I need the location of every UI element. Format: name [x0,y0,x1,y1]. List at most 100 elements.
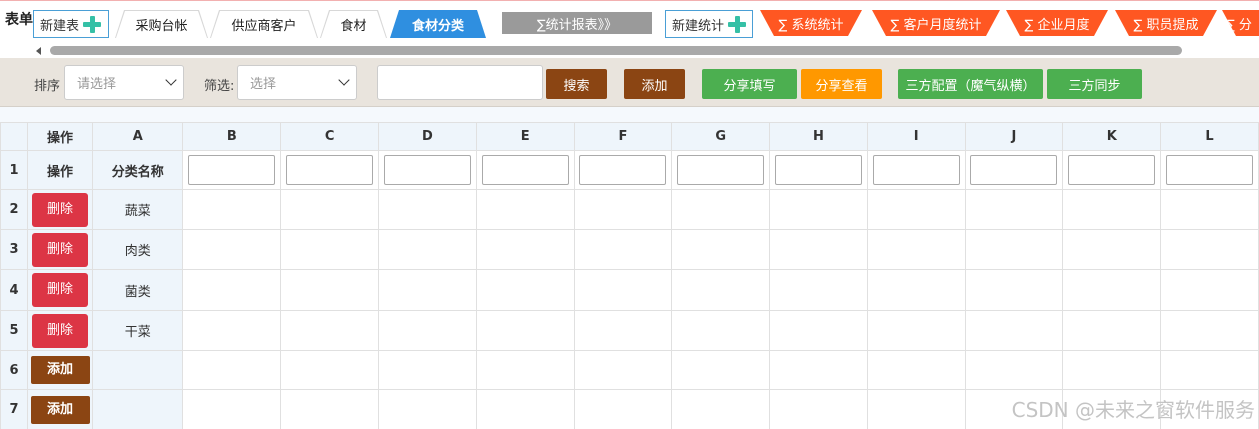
tab-scrollbar[interactable] [36,46,1259,55]
tab-more[interactable]: ∑ 分 [1222,10,1259,36]
data-cell[interactable] [1062,350,1162,390]
data-cell[interactable] [377,189,477,230]
data-cell[interactable] [866,350,966,390]
data-cell[interactable] [1160,350,1259,390]
data-cell[interactable] [280,229,379,270]
tab-ingredient-category[interactable]: 食材分类 [390,10,486,38]
data-cell[interactable] [573,389,673,429]
data-cell[interactable] [964,310,1064,351]
data-cell[interactable] [1062,189,1162,230]
field-name-input-i[interactable] [872,155,960,185]
field-name-input-j[interactable] [970,155,1058,185]
data-cell[interactable] [280,189,379,230]
data-cell[interactable] [182,310,282,351]
data-cell[interactable] [866,189,966,230]
add-row-button[interactable]: 添加 [30,395,90,424]
stats-report-button[interactable]: ∑统计报表》》 [502,12,652,34]
tab-system-stats[interactable]: ∑ 系统统计 [760,10,862,36]
data-cell[interactable] [182,189,282,230]
delete-button[interactable]: 删除 [32,192,89,227]
data-cell[interactable] [182,269,282,311]
field-name-input-d[interactable] [383,155,471,185]
data-cell[interactable] [182,389,282,429]
data-cell[interactable] [182,229,282,270]
data-cell[interactable] [377,310,477,351]
data-cell[interactable] [866,389,966,429]
third-party-sync-button[interactable]: 三方同步 [1047,69,1142,99]
delete-button[interactable]: 删除 [32,232,89,267]
data-cell[interactable] [769,189,868,230]
data-cell[interactable] [377,389,477,429]
data-cell[interactable] [475,269,575,311]
data-cell[interactable] [671,229,771,270]
field-name-input-k[interactable] [1068,155,1156,185]
data-cell[interactable] [377,269,477,311]
category-name-cell[interactable]: 肉类 [91,229,184,270]
data-cell[interactable] [1062,229,1162,270]
data-cell[interactable] [573,310,673,351]
data-cell[interactable] [377,229,477,270]
data-cell[interactable] [280,310,379,351]
data-cell[interactable] [769,229,868,270]
tab-enterprise-monthly[interactable]: ∑ 企业月度 [1006,10,1108,36]
tab-customer-monthly-stats[interactable]: ∑ 客户月度统计 [872,10,1000,36]
data-cell[interactable] [280,269,379,311]
data-cell[interactable] [964,350,1064,390]
data-cell[interactable] [866,310,966,351]
category-name-cell[interactable] [91,350,184,390]
new-stat-button[interactable]: 新建统计 [665,10,753,38]
category-name-cell[interactable] [91,389,184,429]
data-cell[interactable] [475,189,575,230]
share-fill-button[interactable]: 分享填写 [702,69,797,99]
column-header-j[interactable]: J [964,122,1064,151]
data-cell[interactable] [475,229,575,270]
scrollbar-thumb[interactable] [50,46,1182,55]
column-header-f[interactable]: F [573,122,673,151]
data-cell[interactable] [671,269,771,311]
data-cell[interactable] [866,269,966,311]
data-cell[interactable] [1160,229,1259,270]
data-cell[interactable] [671,310,771,351]
search-input[interactable] [377,65,543,100]
third-party-config-button[interactable]: 三方配置（魔气纵横） [898,69,1043,99]
data-cell[interactable] [475,310,575,351]
tab-ingredients[interactable]: 食材 [320,10,387,38]
data-cell[interactable] [1160,310,1259,351]
data-cell[interactable] [573,269,673,311]
column-header-k[interactable]: K [1062,122,1162,151]
column-header-g[interactable]: G [671,122,771,151]
data-cell[interactable] [475,350,575,390]
data-cell[interactable] [573,350,673,390]
new-table-button[interactable]: 新建表 [33,10,109,38]
tab-supplier-customer[interactable]: 供应商客户 [210,10,318,38]
data-cell[interactable] [769,269,868,311]
data-cell[interactable] [1062,269,1162,311]
data-cell[interactable] [573,189,673,230]
data-cell[interactable] [964,269,1064,311]
add-button[interactable]: 添加 [624,69,685,99]
search-button[interactable]: 搜索 [546,69,607,99]
data-cell[interactable] [573,229,673,270]
field-name-input-e[interactable] [481,155,569,185]
field-name-input-b[interactable] [188,155,276,185]
data-cell[interactable] [1062,310,1162,351]
column-header-l[interactable]: L [1160,122,1259,151]
data-cell[interactable] [964,229,1064,270]
category-name-cell[interactable]: 菌类 [91,269,184,311]
field-name-input-c[interactable] [286,155,374,185]
scroll-left-arrow-icon[interactable] [36,47,41,55]
field-name-input-g[interactable] [677,155,765,185]
delete-button[interactable]: 删除 [32,313,89,348]
tab-purchase-ledger[interactable]: 采购台帐 [115,10,208,38]
data-cell[interactable] [475,389,575,429]
data-cell[interactable] [671,189,771,230]
add-row-button[interactable]: 添加 [30,356,90,384]
data-cell[interactable] [769,350,868,390]
data-cell[interactable] [671,350,771,390]
filter-select[interactable]: 选择 [237,65,357,100]
data-cell[interactable] [1160,269,1259,311]
column-header-c[interactable]: C [280,122,379,151]
data-cell[interactable] [377,350,477,390]
data-cell[interactable] [280,350,379,390]
field-name-input-h[interactable] [774,155,862,185]
